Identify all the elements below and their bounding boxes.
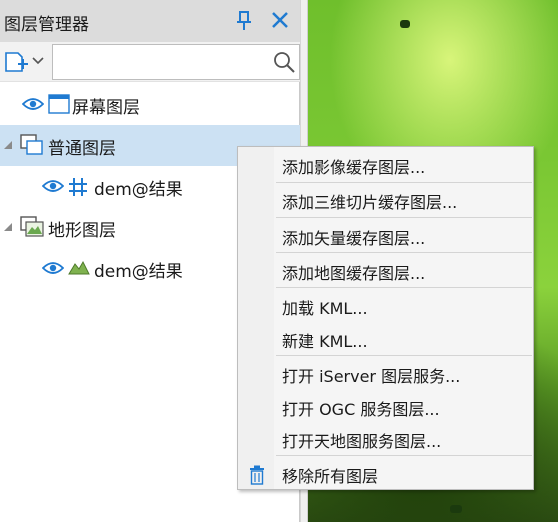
menu-item-new-kml[interactable]: 新建 KML...	[276, 322, 532, 355]
terrain-layer-icon	[20, 216, 44, 237]
tree-item-label: dem@结果	[94, 262, 183, 282]
expand-triangle-icon[interactable]	[3, 140, 13, 150]
layer-group-icon	[20, 134, 43, 155]
menu-separator	[276, 455, 532, 456]
menu-item-open-tianditu[interactable]: 打开天地图服务图层...	[276, 422, 532, 455]
menu-item-open-iserver[interactable]: 打开 iServer 图层服务...	[276, 357, 532, 390]
tree-item-label: 地形图层	[48, 221, 116, 241]
menu-item-add-image-cache[interactable]: 添加影像缓存图层...	[276, 148, 532, 181]
menu-icon-gutter	[238, 147, 274, 489]
menu-separator	[276, 252, 532, 253]
menu-item-add-3d-tile-cache[interactable]: 添加三维切片缓存图层...	[276, 183, 532, 216]
eye-icon[interactable]	[22, 97, 44, 111]
tree-item-label: dem@结果	[94, 180, 183, 200]
expand-triangle-icon[interactable]	[3, 222, 13, 232]
panel-title: 图层管理器	[4, 15, 89, 35]
trash-icon	[250, 465, 264, 485]
menu-item-add-vector-cache[interactable]: 添加矢量缓存图层...	[276, 219, 532, 252]
scene-speck	[400, 20, 410, 28]
menu-item-label: 添加矢量缓存图层...	[282, 229, 426, 248]
menu-item-open-ogc[interactable]: 打开 OGC 服务图层...	[276, 390, 532, 423]
screen-layer-icon	[48, 94, 70, 114]
menu-item-label: 添加三维切片缓存图层...	[282, 193, 458, 212]
menu-item-load-kml[interactable]: 加载 KML...	[276, 289, 532, 322]
search-icon[interactable]	[272, 50, 296, 74]
menu-item-label: 添加地图缓存图层...	[282, 264, 426, 283]
menu-separator	[276, 287, 532, 288]
pin-icon[interactable]	[234, 10, 254, 32]
menu-item-label: 添加影像缓存图层...	[282, 158, 426, 177]
eye-icon[interactable]	[42, 261, 64, 275]
new-layer-icon[interactable]	[4, 50, 30, 74]
menu-separator	[276, 217, 532, 218]
menu-item-remove-all-layers[interactable]: 移除所有图层	[276, 457, 532, 490]
menu-separator	[276, 355, 532, 356]
tree-item-label: 普通图层	[48, 139, 116, 159]
eye-icon[interactable]	[42, 179, 64, 193]
menu-item-label: 打开天地图服务图层...	[282, 432, 442, 451]
menu-item-add-map-cache[interactable]: 添加地图缓存图层...	[276, 254, 532, 287]
close-icon[interactable]	[268, 8, 292, 32]
tree-item-label: 屏幕图层	[72, 98, 140, 118]
chevron-down-icon[interactable]	[32, 56, 44, 66]
terrain-icon	[68, 260, 90, 275]
search-input[interactable]	[52, 44, 300, 80]
menu-item-label: 打开 iServer 图层服务...	[282, 367, 461, 386]
menu-item-label: 新建 KML...	[282, 332, 368, 351]
grid-layer-icon	[69, 178, 87, 196]
context-menu: 添加影像缓存图层... 添加三维切片缓存图层... 添加矢量缓存图层... 添加…	[237, 146, 534, 490]
menu-item-label: 加载 KML...	[282, 299, 368, 318]
menu-item-label: 打开 OGC 服务图层...	[282, 400, 440, 419]
menu-item-label: 移除所有图层	[282, 467, 379, 486]
scene-speck	[450, 505, 462, 513]
tree-item-screen-layer[interactable]: 屏幕图层	[0, 84, 300, 125]
panel-titlebar: 图层管理器	[0, 0, 300, 42]
